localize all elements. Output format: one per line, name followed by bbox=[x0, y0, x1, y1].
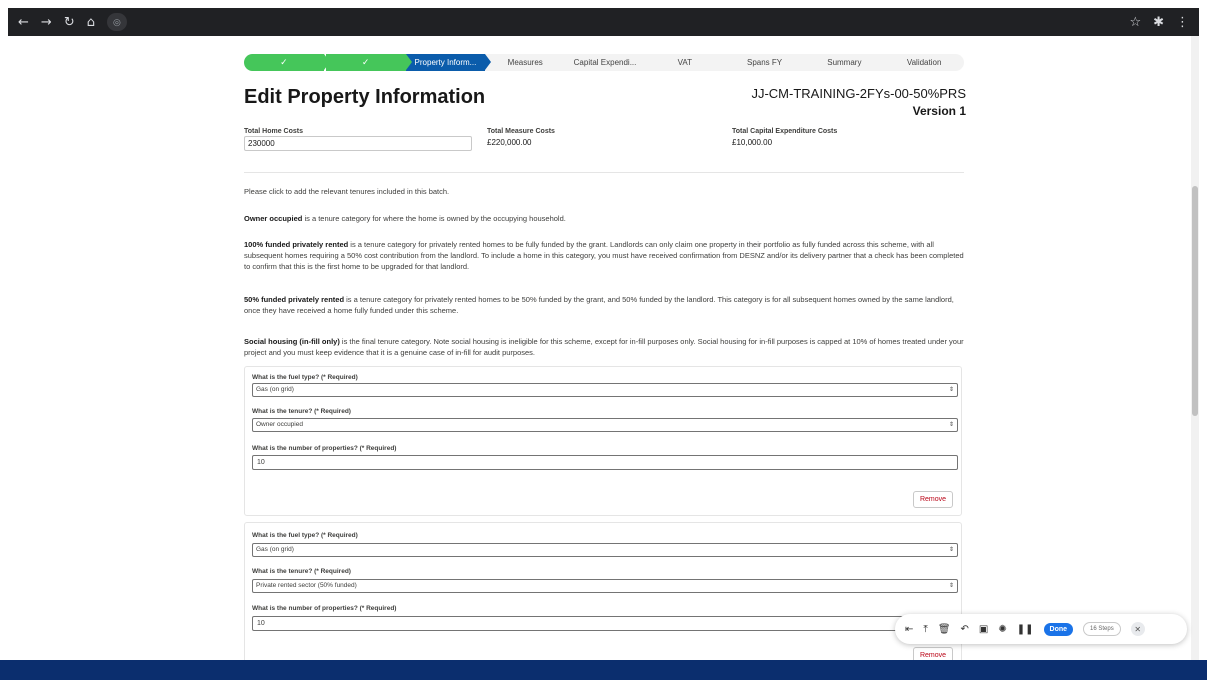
tenure-select[interactable]: Owner occupied ⇕ bbox=[252, 418, 958, 432]
property-count-input[interactable]: 10 bbox=[252, 616, 958, 631]
select-caret-icon: ⇕ bbox=[948, 422, 954, 428]
page-viewport: ✓ ✓ Property Inform... Measures Capital … bbox=[8, 36, 1199, 660]
letterbox-right bbox=[1199, 36, 1207, 660]
fuel-type-label: What is the fuel type? (* Required) bbox=[252, 532, 358, 539]
path-step-property-information[interactable]: Property Inform... bbox=[405, 54, 492, 71]
page-scrollbar[interactable] bbox=[1191, 36, 1199, 660]
done-button[interactable]: Done bbox=[1043, 622, 1074, 636]
total-home-costs-input[interactable]: 230000 bbox=[244, 136, 472, 151]
prs50-description: is a tenure category for privately rente… bbox=[244, 295, 954, 315]
tenure-card-2: What is the fuel type? (* Required) Gas … bbox=[244, 522, 962, 660]
prs100-description: is a tenure category for privately rente… bbox=[244, 240, 964, 271]
path-step-capital-expenditure[interactable]: Capital Expendi... bbox=[565, 54, 645, 71]
fuel-type-value: Gas (on grid) bbox=[256, 386, 294, 393]
letterbox-top bbox=[0, 0, 1207, 8]
recorder-toolbar: ⇤ ⤒ 🗑 ↶ ▣ ✺ ❚❚ Done 16 Steps ✕ bbox=[895, 614, 1187, 644]
reload-icon[interactable]: ↻ bbox=[64, 15, 75, 30]
fuel-type-select[interactable]: Gas (on grid) ⇕ bbox=[252, 383, 958, 397]
total-measure-costs-value: £220,000.00 bbox=[487, 138, 532, 147]
path-step-1[interactable]: ✓ bbox=[244, 54, 330, 71]
remove-button[interactable]: Remove bbox=[913, 647, 953, 660]
tenure-value: Owner occupied bbox=[256, 421, 303, 428]
owner-occupied-info: Owner occupied is a tenure category for … bbox=[244, 213, 964, 224]
owner-occupied-description: is a tenure category for where the home … bbox=[302, 214, 566, 223]
path-step-validation[interactable]: Validation bbox=[884, 54, 964, 71]
total-capex-costs-value: £10,000.00 bbox=[732, 138, 773, 147]
path-step-summary[interactable]: Summary bbox=[804, 54, 884, 71]
social-housing-description: is the final tenure category. Note socia… bbox=[244, 337, 964, 357]
step-up-icon[interactable]: ⤒ bbox=[923, 624, 927, 635]
prs100-info: 100% funded privately rented is a tenure… bbox=[244, 239, 964, 272]
tenure-select[interactable]: Private rented sector (50% funded) ⇕ bbox=[252, 579, 958, 593]
record-name: JJ-CM-TRAINING-2FYs-00-50%PRS bbox=[751, 86, 966, 101]
select-caret-icon: ⇕ bbox=[948, 387, 954, 393]
path-step-spans-fy[interactable]: Spans FY bbox=[725, 54, 805, 71]
prs100-term: 100% funded privately rented bbox=[244, 240, 349, 249]
bottom-banner bbox=[0, 660, 1207, 680]
fuel-type-value: Gas (on grid) bbox=[256, 546, 294, 553]
tenure-label: What is the tenure? (* Required) bbox=[252, 568, 351, 575]
social-housing-term: Social housing (in-fill only) bbox=[244, 337, 340, 346]
extensions-puzzle-icon[interactable]: ✱ bbox=[1153, 15, 1164, 30]
site-info-icon[interactable]: ◎ bbox=[106, 13, 127, 31]
property-count-input[interactable]: 10 bbox=[252, 455, 958, 470]
back-arrow-icon[interactable]: ← bbox=[18, 15, 29, 30]
skip-start-icon[interactable]: ⇤ bbox=[905, 624, 913, 635]
steps-count-badge[interactable]: 16 Steps bbox=[1083, 622, 1121, 636]
path-step-2[interactable]: ✓ bbox=[323, 54, 412, 71]
forward-arrow-icon[interactable]: → bbox=[41, 15, 52, 30]
undo-icon[interactable]: ↶ bbox=[961, 624, 969, 635]
total-home-costs-label: Total Home Costs bbox=[244, 128, 303, 135]
trash-icon[interactable]: 🗑 bbox=[938, 624, 951, 635]
tenure-value: Private rented sector (50% funded) bbox=[256, 582, 357, 589]
browser-toolbar: ← → ↻ ⌂ ◎ ☆ ✱ ⋮ bbox=[8, 8, 1199, 36]
intro-text: Please click to add the relevant tenures… bbox=[244, 187, 450, 196]
tenure-card-1: What is the fuel type? (* Required) Gas … bbox=[244, 366, 962, 516]
screenshot-icon[interactable]: ▣ bbox=[979, 624, 988, 635]
section-divider bbox=[244, 172, 964, 173]
progress-path: ✓ ✓ Property Inform... Measures Capital … bbox=[244, 54, 964, 71]
total-capex-costs-label: Total Capital Expenditure Costs bbox=[732, 128, 838, 135]
pause-icon[interactable]: ❚❚ bbox=[1017, 624, 1034, 635]
prs50-info: 50% funded privately rented is a tenure … bbox=[244, 294, 964, 316]
property-count-label: What is the number of properties? (* Req… bbox=[252, 445, 397, 452]
remove-button[interactable]: Remove bbox=[913, 491, 953, 508]
home-icon[interactable]: ⌂ bbox=[87, 15, 95, 30]
owner-occupied-term: Owner occupied bbox=[244, 214, 303, 223]
prs50-term: 50% funded privately rented bbox=[244, 295, 345, 304]
bookmark-star-icon[interactable]: ☆ bbox=[1129, 15, 1141, 30]
letterbox-left bbox=[0, 36, 8, 660]
close-icon[interactable]: ✕ bbox=[1130, 622, 1145, 636]
select-caret-icon: ⇕ bbox=[948, 547, 954, 553]
property-count-label: What is the number of properties? (* Req… bbox=[252, 605, 397, 612]
version-label: Version 1 bbox=[912, 104, 966, 118]
total-measure-costs-label: Total Measure Costs bbox=[487, 128, 555, 135]
fuel-type-label: What is the fuel type? (* Required) bbox=[252, 374, 358, 381]
social-housing-info: Social housing (in-fill only) is the fin… bbox=[244, 336, 964, 358]
page-title: Edit Property Information bbox=[244, 86, 486, 108]
scrollbar-thumb[interactable] bbox=[1192, 186, 1198, 416]
blur-icon[interactable]: ✺ bbox=[998, 624, 1006, 635]
select-caret-icon: ⇕ bbox=[948, 583, 954, 589]
path-step-measures[interactable]: Measures bbox=[485, 54, 565, 71]
path-step-vat[interactable]: VAT bbox=[645, 54, 725, 71]
tenure-label: What is the tenure? (* Required) bbox=[252, 408, 351, 415]
browser-menu-kebab-icon[interactable]: ⋮ bbox=[1176, 15, 1189, 30]
fuel-type-select[interactable]: Gas (on grid) ⇕ bbox=[252, 543, 958, 557]
